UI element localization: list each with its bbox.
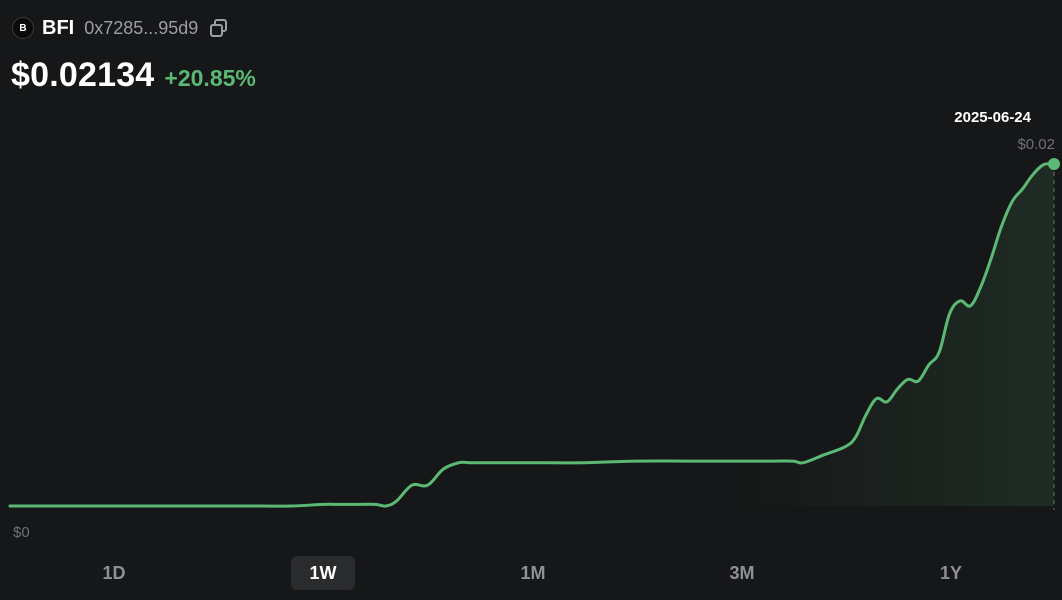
- range-button-1m[interactable]: 1M: [501, 556, 565, 590]
- range-button-1w[interactable]: 1W: [291, 556, 355, 590]
- range-button-3m[interactable]: 3M: [710, 556, 774, 590]
- tooltip-date: 2025-06-24: [954, 109, 1031, 126]
- hover-point: [1048, 158, 1060, 170]
- range-button-1y[interactable]: 1Y: [919, 556, 983, 590]
- token-price-widget: B BFI 0x7285...95d9 $0.02134 +20.85% 202…: [0, 0, 1062, 600]
- time-range-selector: 1D 1W 1M 3M 1Y: [0, 556, 1062, 590]
- chart-area-fill: [10, 163, 1054, 507]
- tooltip-value: $0.02: [1017, 136, 1055, 153]
- y-axis-min-label: $0: [13, 524, 30, 541]
- range-button-1d[interactable]: 1D: [82, 556, 146, 590]
- price-chart[interactable]: [0, 0, 1062, 600]
